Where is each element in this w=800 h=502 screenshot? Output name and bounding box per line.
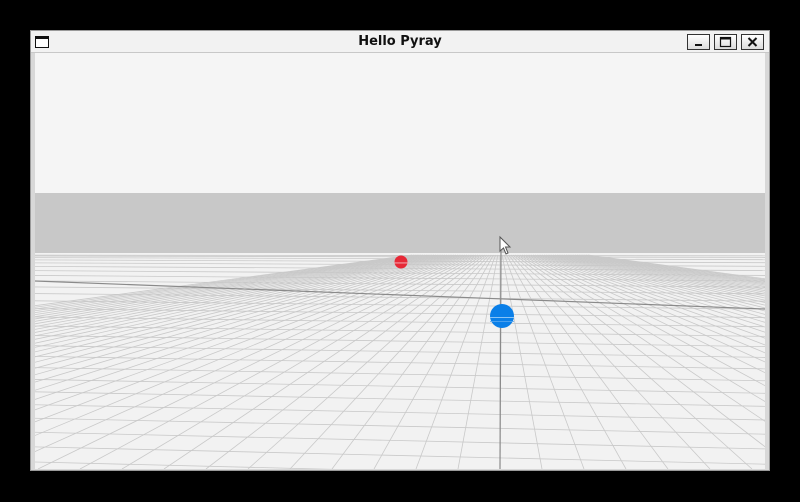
close-icon xyxy=(747,37,758,47)
minimize-icon xyxy=(695,44,702,46)
scene-canvas[interactable] xyxy=(35,53,765,469)
window-title: Hello Pyray xyxy=(358,34,442,49)
close-button[interactable] xyxy=(741,34,764,50)
maximize-icon xyxy=(719,36,732,48)
sky xyxy=(35,53,765,193)
window-menu-icon[interactable] xyxy=(35,36,49,48)
title-bar[interactable]: Hello Pyray xyxy=(31,31,769,53)
app-window: Hello Pyray xyxy=(30,30,770,471)
render-viewport[interactable] xyxy=(35,53,765,469)
maximize-button[interactable] xyxy=(714,34,737,50)
blue-sphere xyxy=(490,304,514,328)
horizon-band xyxy=(35,193,765,253)
minimize-button[interactable] xyxy=(687,34,710,50)
